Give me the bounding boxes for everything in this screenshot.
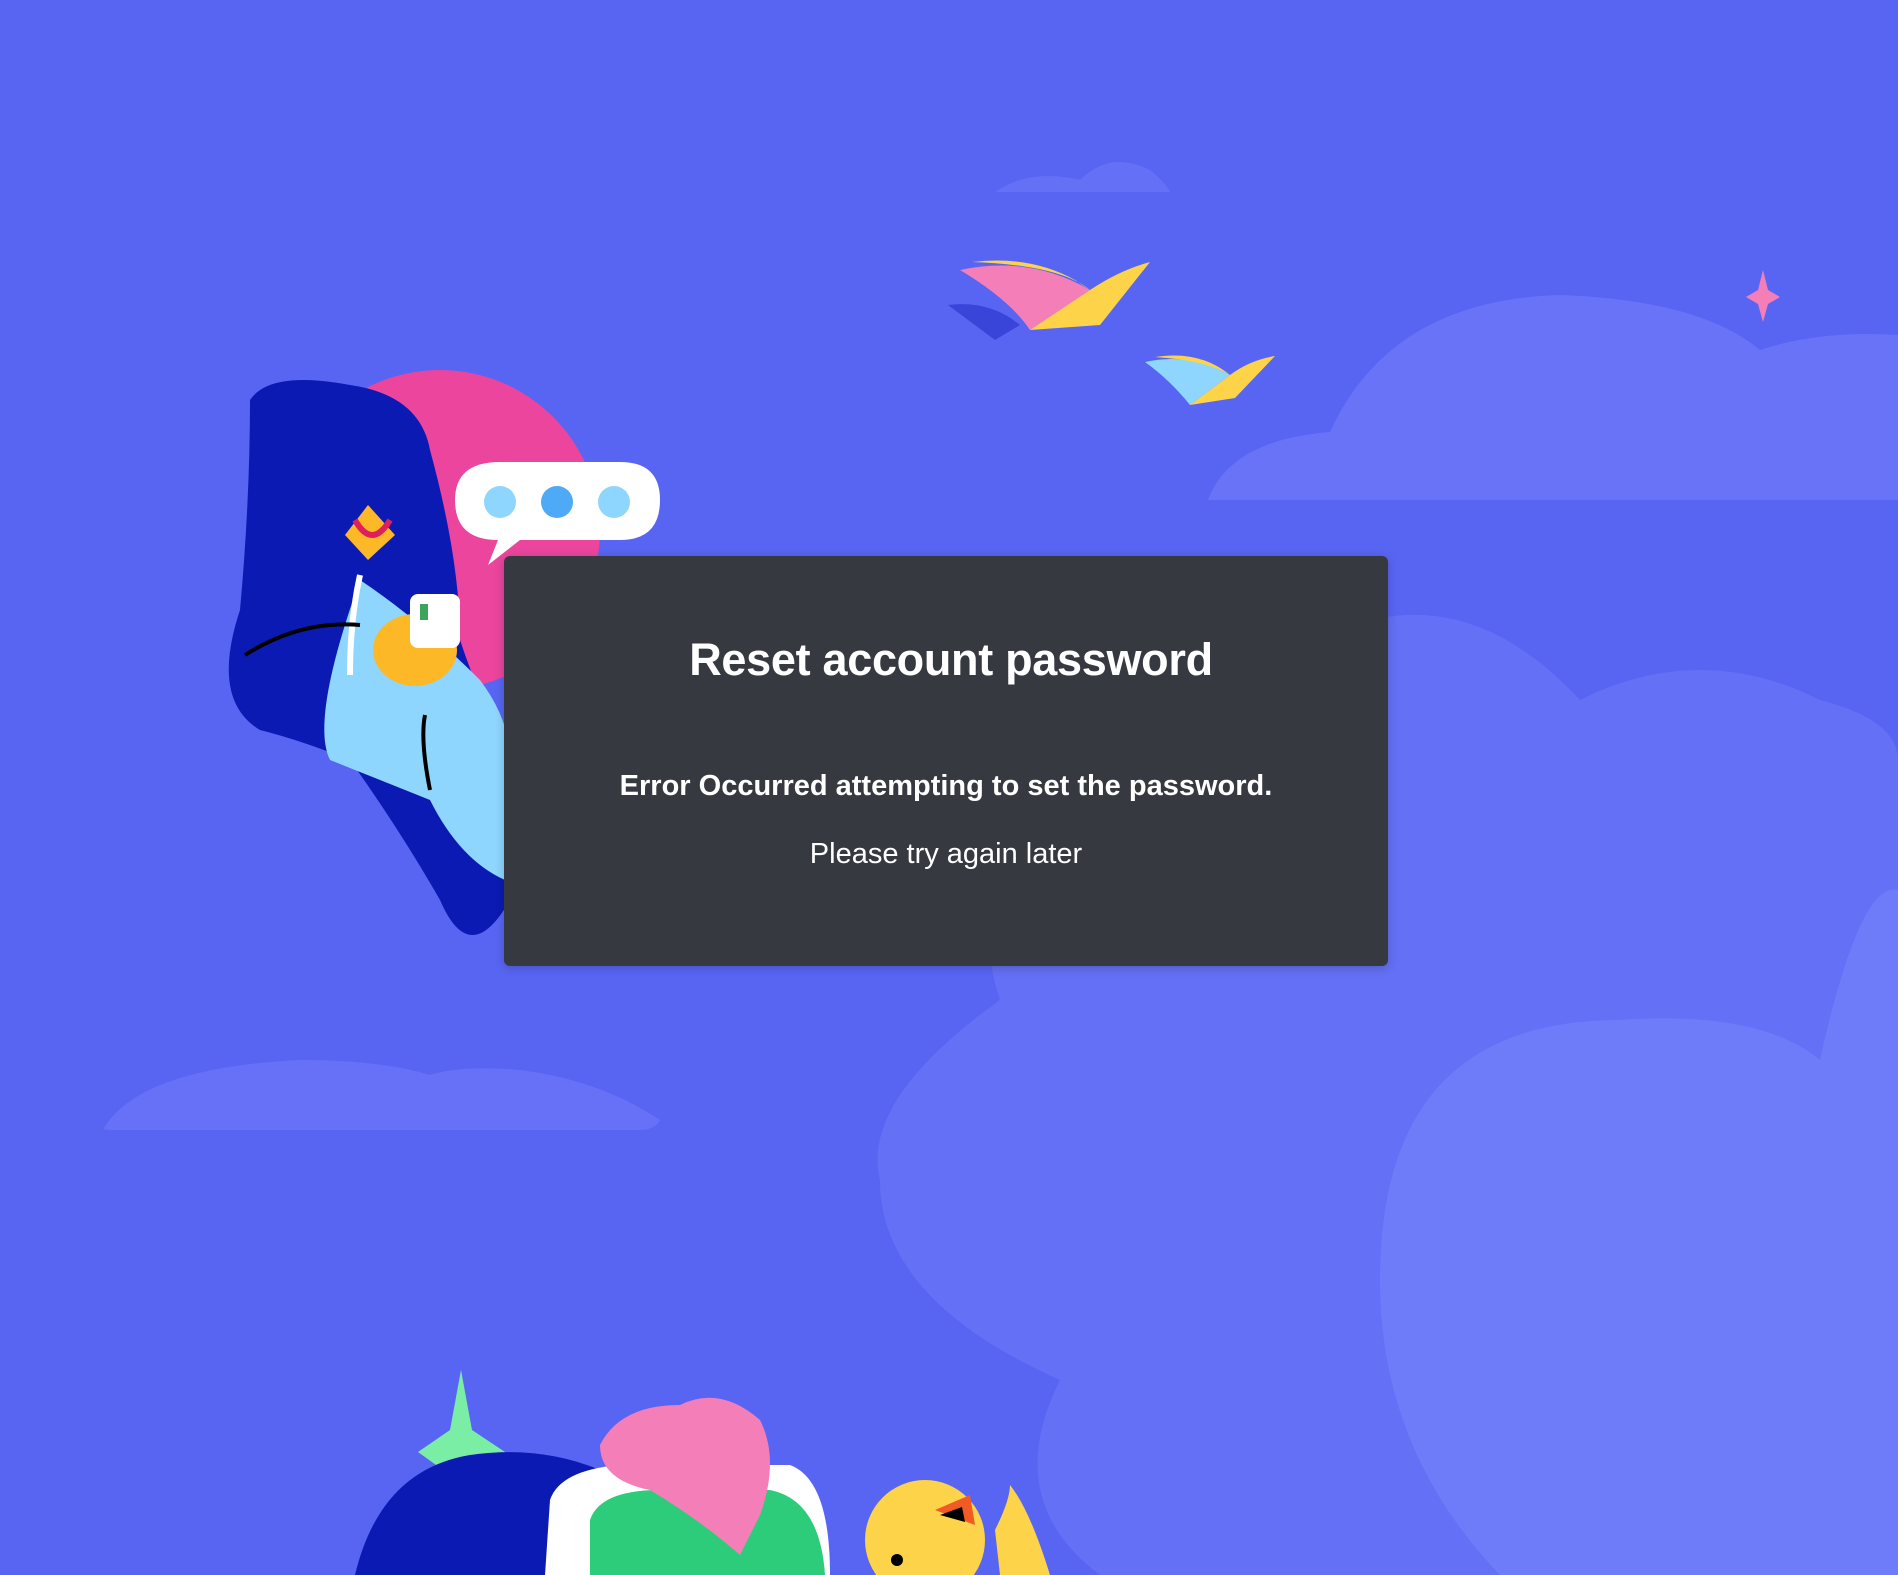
flying-book-icon xyxy=(948,260,1150,340)
sparkle-icon xyxy=(1746,270,1780,322)
error-message: Error Occurred attempting to set the pas… xyxy=(619,770,1273,802)
flying-book-icon xyxy=(1145,355,1275,405)
hint-message: Please try again later xyxy=(809,838,1083,870)
page-root: Reset account password Error Occurred at… xyxy=(0,0,1898,1575)
reset-password-dialog: Reset account password Error Occurred at… xyxy=(504,556,1388,966)
dialog-title: Reset account password xyxy=(689,634,1213,685)
